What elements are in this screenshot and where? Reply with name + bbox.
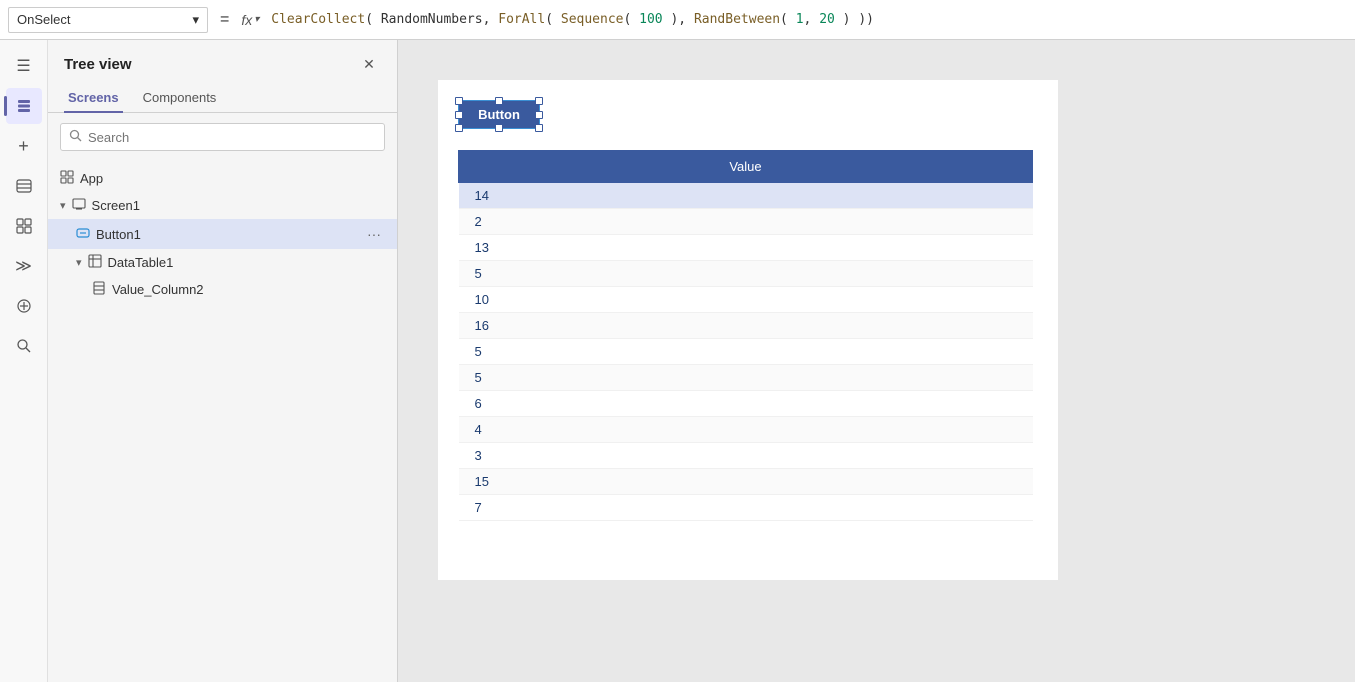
- tree-item-datatable1[interactable]: ▾ DataTable1: [48, 249, 397, 276]
- fx-button[interactable]: fx ▾: [241, 12, 259, 28]
- table-row: 4: [459, 417, 1033, 443]
- datatable1-label: DataTable1: [108, 255, 385, 270]
- equals-symbol: =: [220, 11, 229, 29]
- search-container: [60, 123, 385, 151]
- search-icon: [69, 129, 82, 145]
- table-cell: 2: [459, 209, 1033, 235]
- close-button[interactable]: ✕: [357, 52, 381, 76]
- column-icon: [92, 281, 106, 298]
- search-icon[interactable]: [6, 328, 42, 364]
- table-row: 6: [459, 391, 1033, 417]
- value-column2-label: Value_Column2: [112, 282, 385, 297]
- add-icon[interactable]: +: [6, 128, 42, 164]
- table-icon: [88, 254, 102, 271]
- handle-bottom-right[interactable]: [535, 124, 543, 132]
- search-input[interactable]: [88, 130, 376, 145]
- tree-header: Tree view ✕: [48, 40, 397, 84]
- button1-label: Button1: [96, 227, 357, 242]
- tree-panel: Tree view ✕ Screens Components: [48, 40, 398, 682]
- table-cell: 13: [459, 235, 1033, 261]
- table-row: 5: [459, 365, 1033, 391]
- table-row: 5: [459, 261, 1033, 287]
- formula-input[interactable]: ClearCollect( RandomNumbers, ForAll( Seq…: [271, 12, 1347, 27]
- table-row: 15: [459, 469, 1033, 495]
- table-row: 14: [459, 183, 1033, 209]
- handle-top-left[interactable]: [455, 97, 463, 105]
- formula-bar: OnSelect ▾ = fx ▾ ClearCollect( RandomNu…: [0, 0, 1355, 40]
- main-area: ☰ + ≫: [0, 40, 1355, 682]
- handle-bottom-center[interactable]: [495, 124, 503, 132]
- table-row: 3: [459, 443, 1033, 469]
- hamburger-menu-icon[interactable]: ☰: [6, 48, 42, 84]
- table-row: 13: [459, 235, 1033, 261]
- handle-middle-left[interactable]: [455, 111, 463, 119]
- table-row: 7: [459, 495, 1033, 521]
- component-icon[interactable]: [6, 208, 42, 244]
- tree-tabs: Screens Components: [48, 84, 397, 113]
- dropdown-label: OnSelect: [17, 12, 70, 27]
- database-icon[interactable]: [6, 168, 42, 204]
- tab-components[interactable]: Components: [139, 84, 221, 113]
- layers-icon[interactable]: [6, 88, 42, 124]
- data-table: Value 142135101655643157: [458, 150, 1033, 521]
- table-cell: 5: [459, 261, 1033, 287]
- tree-title: Tree view: [64, 56, 132, 73]
- table-row: 5: [459, 339, 1033, 365]
- table-cell: 4: [459, 417, 1033, 443]
- table-cell: 5: [459, 339, 1033, 365]
- datatable1-widget: Value 142135101655643157: [458, 150, 1033, 521]
- tab-screens[interactable]: Screens: [64, 84, 123, 113]
- table-cell: 16: [459, 313, 1033, 339]
- tools-icon[interactable]: ≫: [6, 248, 42, 284]
- tree-item-button1[interactable]: Button1 ···: [48, 219, 397, 249]
- onselect-dropdown[interactable]: OnSelect ▾: [8, 7, 208, 33]
- button-selection-wrapper: Button: [458, 100, 540, 129]
- chevron-down-icon: ▾: [192, 12, 199, 28]
- button-widget-container[interactable]: Button: [458, 100, 540, 129]
- handle-top-center[interactable]: [495, 97, 503, 105]
- handle-bottom-left[interactable]: [455, 124, 463, 132]
- canvas-content: Button Value: [438, 80, 1058, 580]
- handle-top-right[interactable]: [535, 97, 543, 105]
- handle-middle-right[interactable]: [535, 111, 543, 119]
- table-cell: 15: [459, 469, 1033, 495]
- table-row: 10: [459, 287, 1033, 313]
- screen-icon: [72, 197, 86, 214]
- value-column-header: Value: [459, 151, 1033, 183]
- tree-item-app[interactable]: App: [48, 165, 397, 192]
- table-row: 2: [459, 209, 1033, 235]
- canvas-area: Button Value: [398, 40, 1355, 682]
- chevron-down-icon: ▾: [76, 256, 82, 269]
- table-cell: 7: [459, 495, 1033, 521]
- table-row: 16: [459, 313, 1033, 339]
- button-widget-icon: [76, 226, 90, 243]
- variables-icon[interactable]: [6, 288, 42, 324]
- left-sidebar: ☰ + ≫: [0, 40, 48, 682]
- app-label: App: [80, 171, 385, 186]
- more-options-button[interactable]: ···: [363, 224, 385, 244]
- table-cell: 10: [459, 287, 1033, 313]
- tree-item-value-column2[interactable]: Value_Column2: [48, 276, 397, 303]
- table-cell: 6: [459, 391, 1033, 417]
- fx-arrow: ▾: [254, 14, 259, 25]
- grid-icon: [60, 170, 74, 187]
- table-cell: 14: [459, 183, 1033, 209]
- table-cell: 3: [459, 443, 1033, 469]
- fx-label: fx: [241, 12, 252, 28]
- screen1-label: Screen1: [92, 198, 385, 213]
- table-cell: 5: [459, 365, 1033, 391]
- tree-item-screen1[interactable]: ▾ Screen1: [48, 192, 397, 219]
- chevron-down-icon: ▾: [60, 199, 66, 212]
- tree-body: App ▾ Screen1: [48, 161, 397, 682]
